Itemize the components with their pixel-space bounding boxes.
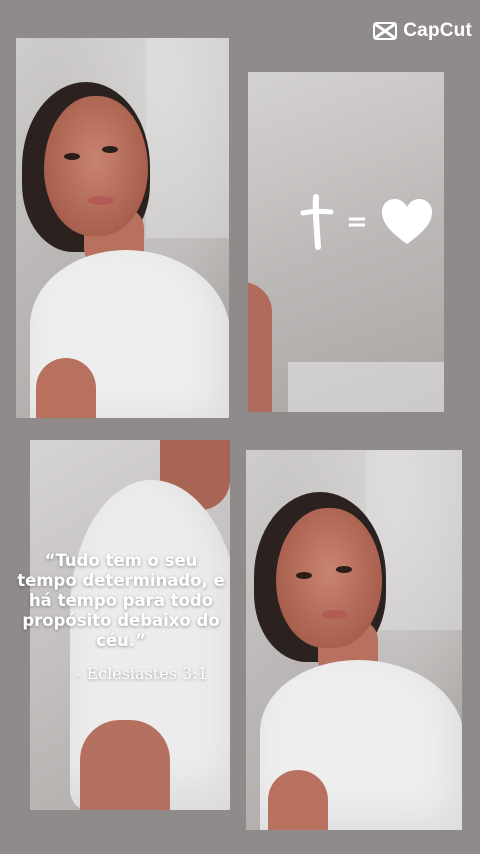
right-eye	[102, 146, 118, 153]
wall-light	[146, 38, 229, 238]
photo-panel-top-left	[16, 38, 229, 418]
lips	[322, 610, 348, 619]
bible-reference: - Eclesiastes 3:1	[76, 664, 208, 683]
floor-light	[288, 362, 444, 412]
faith-symbol-row: =	[300, 192, 440, 252]
photo-panel-bottom-right	[246, 450, 462, 830]
lips	[88, 196, 114, 205]
cross-icon	[300, 194, 334, 250]
equals-sign: =	[346, 207, 368, 237]
heart-icon	[381, 199, 432, 244]
face	[44, 96, 148, 236]
arm	[268, 770, 328, 830]
arm-blur	[80, 720, 170, 810]
bible-quote: “Tudo tem o seu tempo determinado, e há …	[17, 551, 225, 650]
shoulder-edge	[248, 282, 272, 412]
capcut-brand-text: CapCut	[403, 20, 472, 41]
capcut-watermark: CapCut	[373, 20, 472, 42]
face	[276, 508, 382, 648]
left-eye	[296, 572, 312, 579]
capcut-logo-icon	[373, 22, 398, 40]
right-eye	[336, 566, 352, 573]
arm	[36, 358, 96, 418]
left-eye	[64, 153, 80, 160]
